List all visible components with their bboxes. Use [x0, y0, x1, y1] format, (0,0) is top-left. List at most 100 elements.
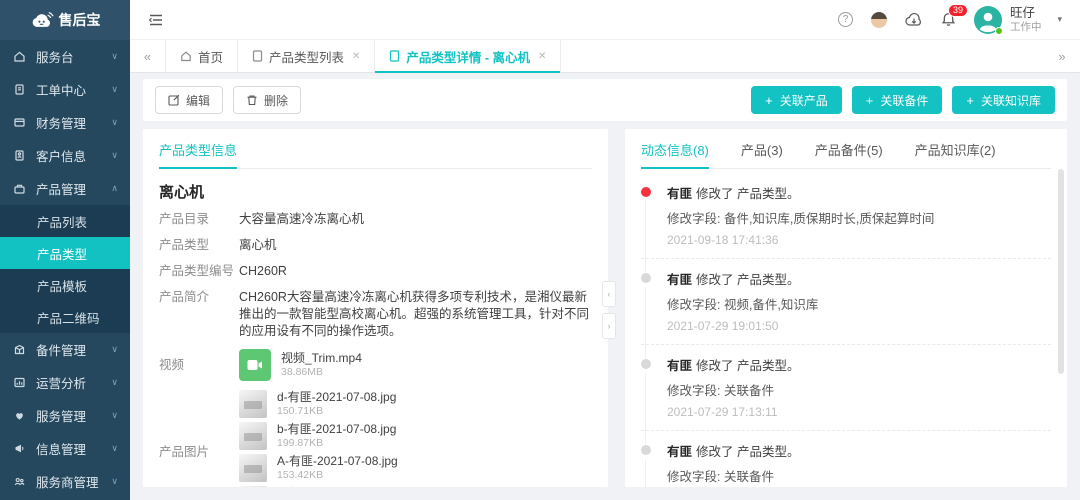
- sidebar-item-info-mgmt[interactable]: 信息管理 ∨: [0, 432, 130, 465]
- product-type-info-card: 产品类型信息 离心机 产品目录 大容量高速冷冻离心机 产品类型 离心机 产品类型…: [143, 129, 608, 487]
- main-area: ? 39 旺仔: [130, 0, 1080, 500]
- cloud-download-icon[interactable]: [905, 12, 923, 27]
- tabs-scroll-left-icon[interactable]: «: [130, 40, 166, 72]
- product-type-title: 离心机: [159, 181, 592, 202]
- user-menu[interactable]: 旺仔 工作中 ▾: [974, 6, 1062, 34]
- image-file[interactable]: d-有匪-2021-07-08.jpg150.71KB: [239, 390, 398, 418]
- panel-resize-handles: ‹ ›: [602, 281, 616, 339]
- field-code: 产品类型编号 CH260R: [159, 263, 592, 280]
- sidebar-item-product-type[interactable]: 产品类型: [0, 237, 130, 269]
- scrollbar-thumb[interactable]: [1058, 169, 1064, 374]
- plus-icon: +: [866, 94, 874, 107]
- document-icon: [252, 50, 263, 62]
- tab-spare-parts[interactable]: 产品备件(5): [815, 129, 883, 168]
- sidebar-item-product[interactable]: 产品管理 ∧: [0, 172, 130, 205]
- relate-spare-part-button[interactable]: + 关联备件: [852, 86, 943, 114]
- video-file[interactable]: 视频_Trim.mp4 38.86MB: [239, 349, 362, 381]
- timeline-item: 有匪修改了 产品类型。 修改字段: 关联备件 2021-07-29 17:12:…: [641, 431, 1051, 487]
- avatar: [974, 6, 1002, 34]
- activity-card: 动态信息(8) 产品(3) 产品备件(5) 产品知识库(2) 有匪修改了 产品类…: [625, 129, 1067, 487]
- megaphone-icon: [13, 442, 26, 455]
- image-file[interactable]: b-有匪-2021-07-08.jpg199.87KB: [239, 422, 398, 450]
- service-desk-icon: [13, 50, 26, 63]
- user-status: 工作中: [1010, 21, 1042, 33]
- cloud-logo-icon: [30, 11, 54, 29]
- cards-row: 产品类型信息 离心机 产品目录 大容量高速冷冻离心机 产品类型 离心机 产品类型…: [143, 129, 1067, 487]
- sidebar-item-work-order[interactable]: 工单中心 ∨: [0, 73, 130, 106]
- tab-knowledge-base[interactable]: 产品知识库(2): [915, 129, 996, 168]
- notification-bell-icon[interactable]: 39: [941, 12, 956, 27]
- edit-button[interactable]: 编辑: [155, 86, 223, 114]
- close-icon[interactable]: ✕: [538, 51, 546, 62]
- relate-product-button[interactable]: + 关联产品: [751, 86, 842, 114]
- timeline-item: 有匪修改了 产品类型。 修改字段: 备件,知识库,质保期时长,质保起算时间 20…: [641, 173, 1051, 259]
- tabs-scroll-right-icon[interactable]: »: [1044, 40, 1080, 72]
- chevron-down-icon: ∨: [111, 150, 118, 161]
- sidebar-item-service-desk[interactable]: 服务台 ∨: [0, 40, 130, 73]
- app-logo[interactable]: 售后宝: [0, 0, 130, 40]
- product-icon: [13, 182, 26, 195]
- toolbar: 编辑 删除 + 关联产品 + 关联备件 + 关联知识库: [143, 79, 1067, 121]
- sidebar-item-finance[interactable]: 财务管理 ∨: [0, 106, 130, 139]
- timeline-dot: [641, 445, 651, 455]
- notification-badge: 39: [948, 4, 968, 17]
- chevron-down-icon: ∨: [111, 377, 118, 388]
- finance-icon: [13, 116, 26, 129]
- help-icon[interactable]: ?: [838, 12, 853, 27]
- tab-product-type-detail[interactable]: 产品类型详情 - 离心机 ✕: [375, 40, 561, 72]
- page-tabbar: « 首页 产品类型列表 ✕ 产品类型详情 - 离心机 ✕ »: [130, 40, 1080, 73]
- support-agent-icon[interactable]: [871, 12, 887, 28]
- plus-icon: +: [765, 94, 773, 107]
- tab-product-type-info[interactable]: 产品类型信息: [159, 129, 237, 168]
- expand-right-panel-button[interactable]: ›: [602, 313, 616, 339]
- collapse-left-panel-button[interactable]: ‹: [602, 281, 616, 307]
- image-thumbnail: [239, 422, 267, 450]
- tab-activity[interactable]: 动态信息(8): [641, 129, 709, 168]
- timeline-item: 有匪修改了 产品类型。 修改字段: 视频,备件,知识库 2021-07-29 1…: [641, 259, 1051, 345]
- sidebar-item-product-template[interactable]: 产品模板: [0, 269, 130, 301]
- tab-home[interactable]: 首页: [166, 40, 238, 72]
- image-thumbnail: [239, 486, 267, 487]
- trash-icon: [246, 94, 258, 106]
- image-file[interactable]: A-有匪-2021-07-08.jpg153.42KB: [239, 454, 398, 482]
- video-thumbnail-icon: [239, 349, 271, 381]
- sidebar-item-provider-mgmt[interactable]: 服务商管理 ∨: [0, 465, 130, 498]
- home-icon: [180, 50, 192, 62]
- edit-icon: [168, 94, 180, 106]
- user-name: 旺仔: [1010, 6, 1042, 20]
- tab-product-type-list[interactable]: 产品类型列表 ✕: [238, 40, 375, 72]
- timeline-dot: [641, 187, 651, 197]
- video-file-size: 38.86MB: [281, 366, 362, 379]
- sidebar-item-product-qrcode[interactable]: 产品二维码: [0, 301, 130, 333]
- document-icon: [389, 50, 400, 62]
- image-thumbnail: [239, 454, 267, 482]
- provider-icon: [13, 475, 26, 488]
- delete-button[interactable]: 删除: [233, 86, 301, 114]
- timeline-dot: [641, 359, 651, 369]
- plus-icon: +: [966, 94, 974, 107]
- sidebar-nav: 服务台 ∨ 工单中心 ∨ 财务管理 ∨ 客户信息 ∨ 产品管理 ∧ 产品列表 产…: [0, 40, 130, 500]
- sidebar-item-customer[interactable]: 客户信息 ∨: [0, 139, 130, 172]
- close-icon[interactable]: ✕: [352, 51, 360, 62]
- relate-knowledge-base-button[interactable]: + 关联知识库: [952, 86, 1055, 114]
- service-heart-icon: [13, 409, 26, 422]
- product-submenu: 产品列表 产品类型 产品模板 产品二维码: [0, 205, 130, 333]
- chevron-down-icon: ∨: [111, 410, 118, 421]
- sidebar-item-service-mgmt[interactable]: 服务管理 ∨: [0, 399, 130, 432]
- collapse-menu-icon[interactable]: [148, 13, 164, 27]
- chevron-down-icon: ∨: [111, 117, 118, 128]
- app-title: 售后宝: [59, 10, 101, 30]
- sidebar-item-spare-parts[interactable]: 备件管理 ∨: [0, 333, 130, 366]
- analytics-icon: [13, 376, 26, 389]
- customer-icon: [13, 149, 26, 162]
- top-header: ? 39 旺仔: [130, 0, 1080, 40]
- sidebar: 售后宝 服务台 ∨ 工单中心 ∨ 财务管理 ∨ 客户信息 ∨ 产品管理 ∧: [0, 0, 130, 500]
- work-order-icon: [13, 83, 26, 96]
- sidebar-item-product-list[interactable]: 产品列表: [0, 205, 130, 237]
- image-file[interactable]: c-有匪-2021-07-08.jpg179.14KB: [239, 486, 398, 487]
- field-type: 产品类型 离心机: [159, 237, 592, 254]
- header-actions: ? 39 旺仔: [838, 6, 1062, 34]
- video-file-name: 视频_Trim.mp4: [281, 351, 362, 365]
- tab-products[interactable]: 产品(3): [741, 129, 783, 168]
- sidebar-item-analytics[interactable]: 运营分析 ∨: [0, 366, 130, 399]
